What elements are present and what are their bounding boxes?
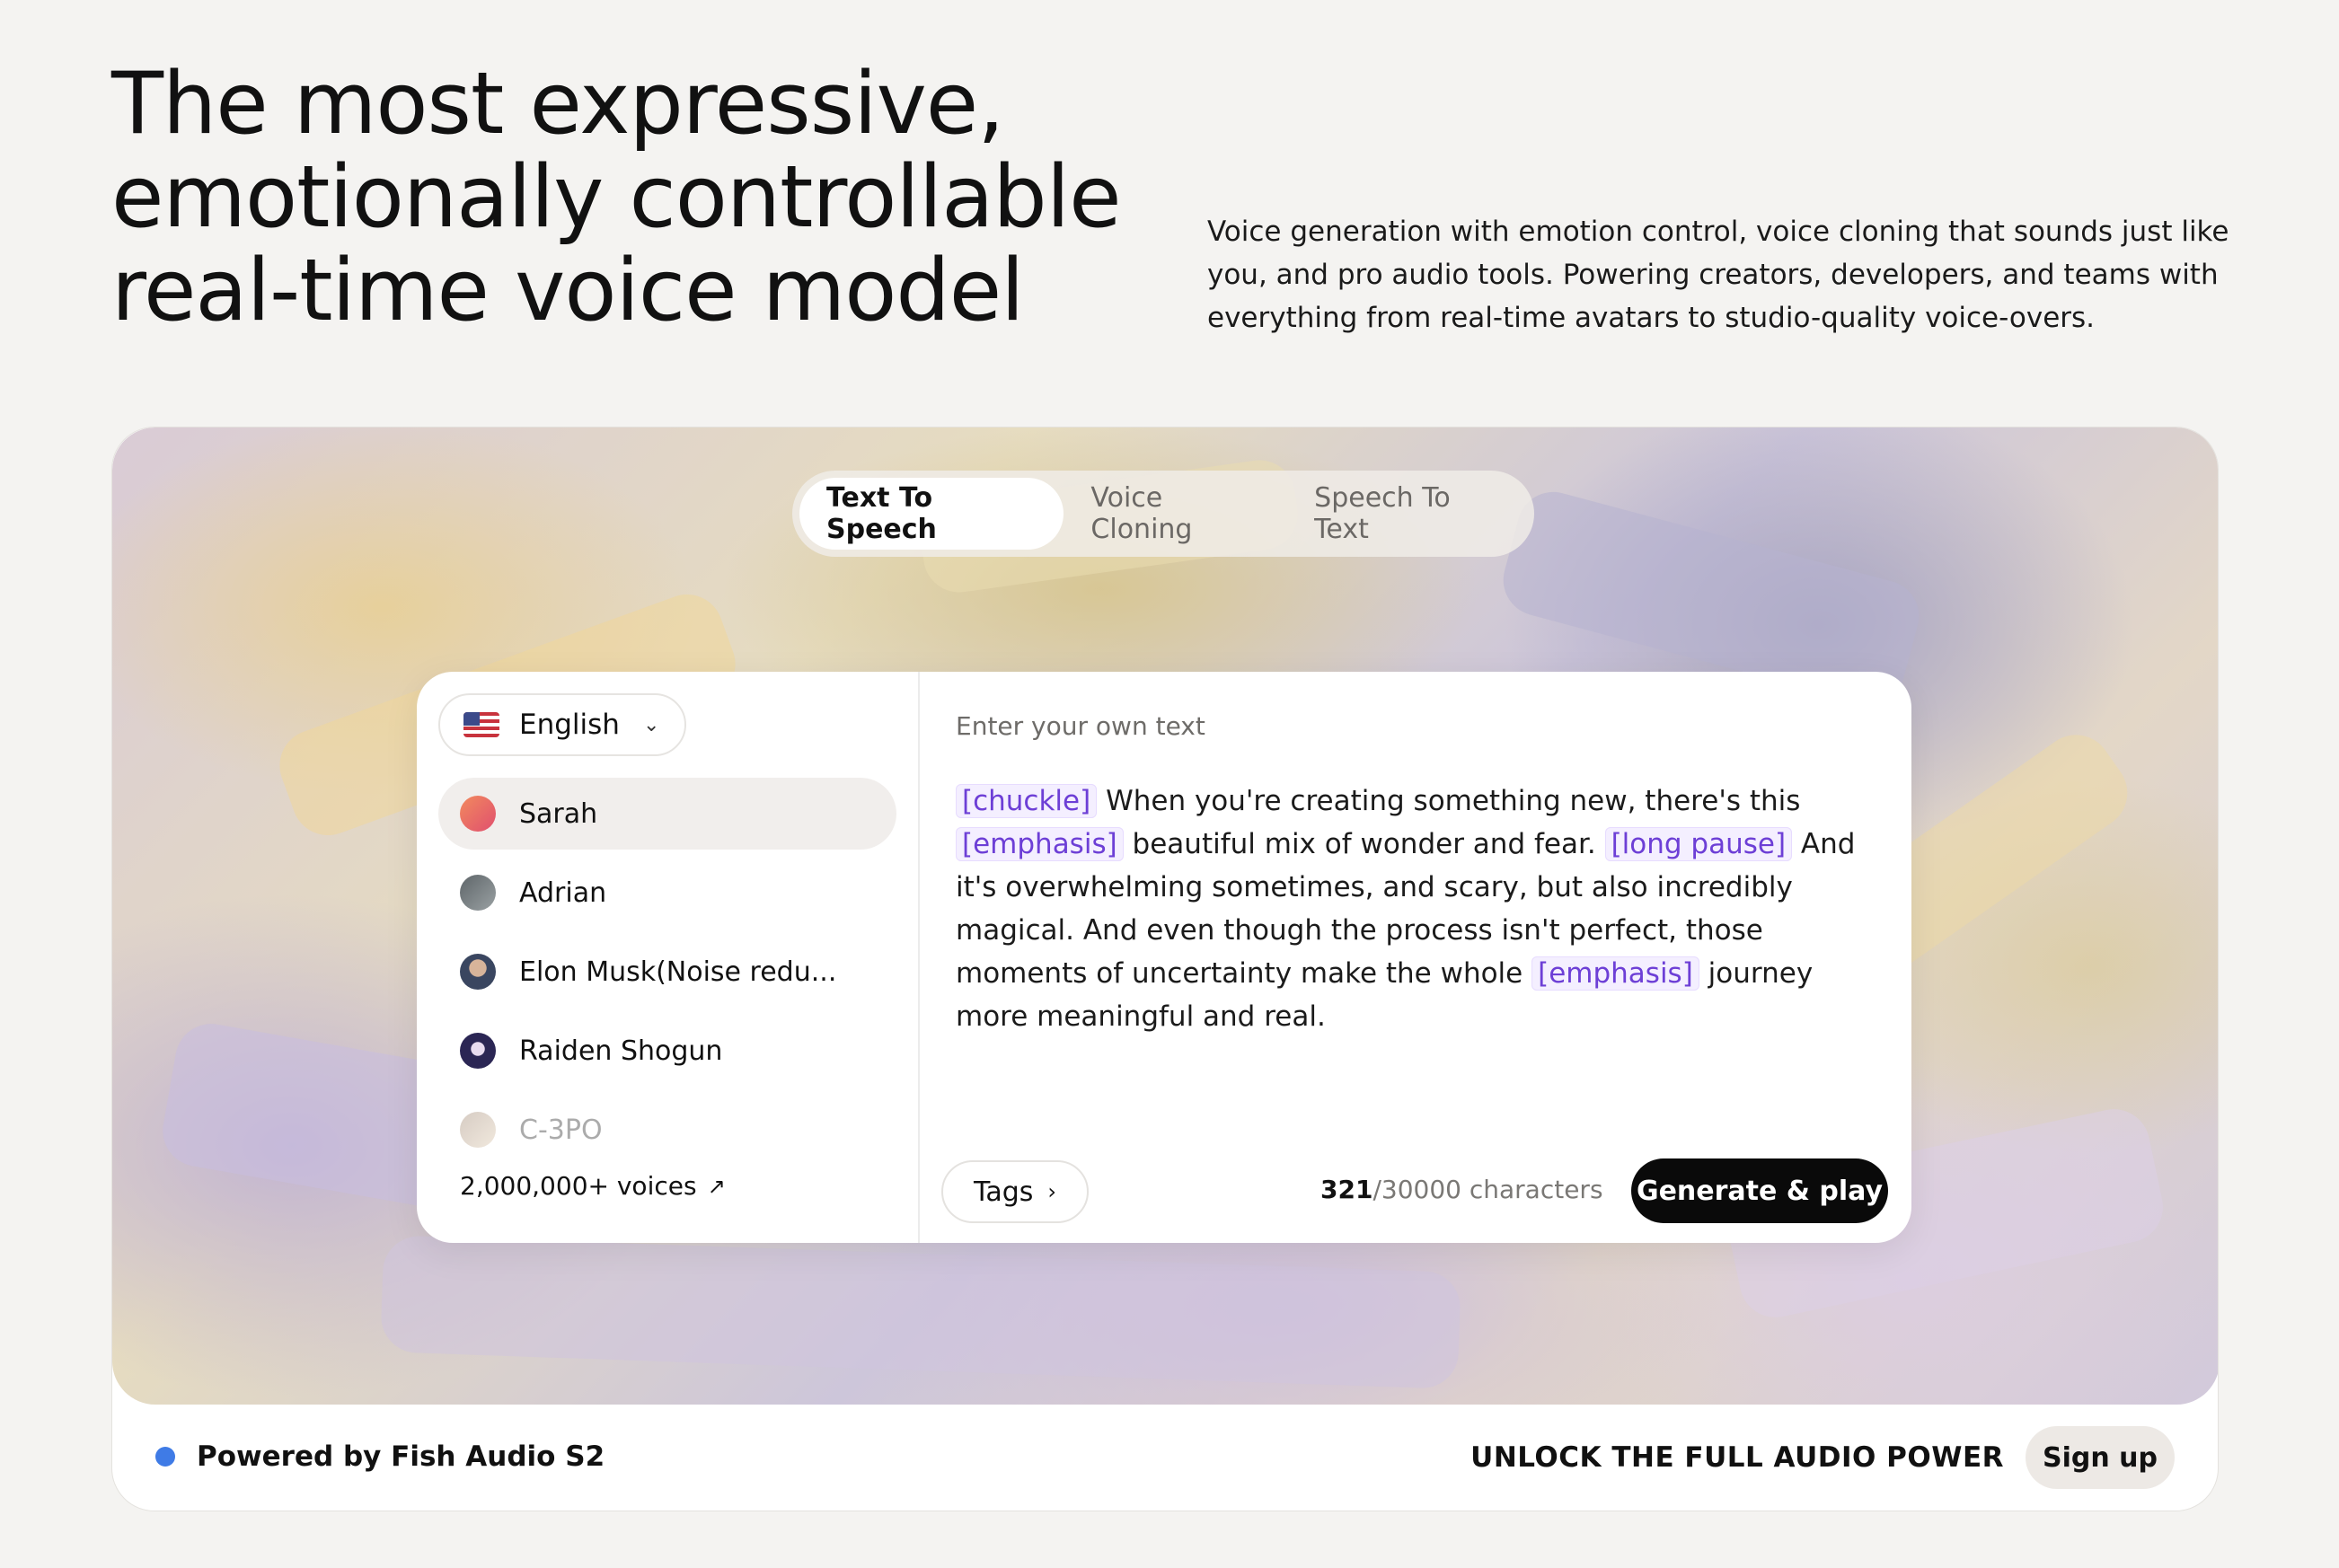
status-dot [155,1447,175,1467]
voice-name: Sarah [519,797,598,830]
voice-name: Adrian [519,876,607,909]
avatar [460,875,496,911]
voices-count-link[interactable]: 2,000,000+ voices ↗ [460,1171,726,1201]
powered-by-label: Powered by Fish Audio S2 [197,1440,605,1473]
avatar [460,1112,496,1148]
voice-name: Elon Musk(Noise redu... [519,956,837,988]
tags-button[interactable]: Tags › [941,1160,1089,1223]
text-segment: When you're creating something new, ther… [1097,785,1801,817]
chevron-down-icon: ⌄ [642,713,660,736]
voice-name: Raiden Shogun [519,1035,723,1067]
avatar [460,954,496,990]
us-flag-icon [463,712,499,737]
language-select[interactable]: English ⌄ [438,693,686,756]
voice-list: Sarah Adrian Elon Musk(Noise redu... Rai… [438,778,896,1173]
tags-label: Tags [973,1176,1034,1208]
tts-panel: English ⌄ Sarah Adrian Elon Musk(Noise r… [417,672,1911,1243]
text-segment: beautiful mix of wonder and fear. [1123,828,1605,860]
panel-divider [918,672,920,1243]
character-count: 321/30000 characters [1320,1175,1603,1204]
hero-description: Voice generation with emotion control, v… [1207,216,2229,334]
generate-play-button[interactable]: Generate & play [1631,1158,1888,1223]
avatar [460,796,496,832]
hero-title-line: real-time voice model [111,242,1025,340]
tab-text-to-speech[interactable]: Text To Speech [799,478,1064,550]
voice-item-raiden-shogun[interactable]: Raiden Shogun [438,1015,896,1087]
signup-button[interactable]: Sign up [2026,1426,2175,1489]
voice-name: C-3PO [519,1114,603,1146]
tab-speech-to-text[interactable]: Speech To Text [1287,478,1527,550]
voice-item-c-3po[interactable]: C-3PO [438,1094,896,1166]
char-limit: /30000 characters [1373,1175,1603,1204]
text-input-placeholder: Enter your own text [956,711,1205,741]
voice-item-adrian[interactable]: Adrian [438,857,896,929]
language-label: English [519,709,620,741]
tab-voice-cloning[interactable]: Voice Cloning [1064,478,1287,550]
avatar [460,1033,496,1069]
unlock-label: UNLOCK THE FULL AUDIO POWER [1470,1441,2004,1474]
voices-count-label: 2,000,000+ voices [460,1171,697,1201]
char-count-value: 321 [1320,1175,1373,1204]
powered-by: Powered by Fish Audio S2 [155,1440,605,1473]
hero-title-line: emotionally controllable [111,148,1122,247]
emotion-tag[interactable]: [long pause] [1604,827,1793,861]
hero-title-line: The most expressive, [111,55,1004,154]
voice-item-elon-musk[interactable]: Elon Musk(Noise redu... [438,936,896,1008]
emotion-tag[interactable]: [chuckle] [956,784,1098,818]
emotion-tag[interactable]: [emphasis] [956,827,1124,861]
voice-item-sarah[interactable]: Sarah [438,778,896,850]
footer-cta: UNLOCK THE FULL AUDIO POWER Sign up [1470,1426,2175,1489]
emotion-tag[interactable]: [emphasis] [1531,956,1699,991]
hero-title: The most expressive, emotionally control… [111,57,1189,338]
chevron-right-icon: › [1047,1179,1057,1204]
mode-tabs: Text To Speech Voice Cloning Speech To T… [792,471,1534,557]
arrow-up-right-icon: ↗ [707,1173,726,1199]
text-input[interactable]: [chuckle] When you're creating something… [956,780,1881,1038]
